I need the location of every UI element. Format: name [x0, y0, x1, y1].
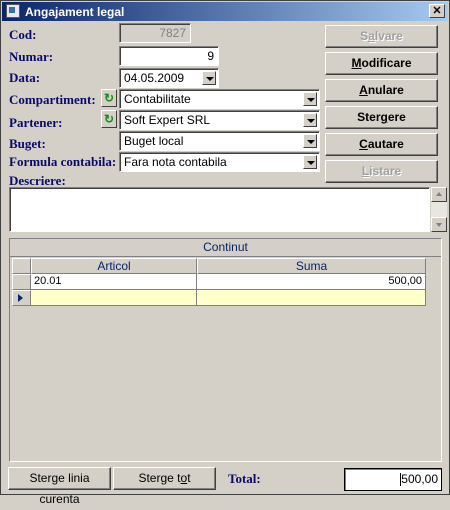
- cell-articol[interactable]: 20.01: [31, 274, 197, 290]
- grid-corner: [12, 258, 31, 274]
- column-header-suma[interactable]: Suma: [197, 258, 426, 274]
- listare-button[interactable]: Listare: [325, 160, 438, 183]
- partener-select[interactable]: Soft Expert SRL: [119, 110, 320, 130]
- cell-articol[interactable]: [31, 290, 197, 306]
- total-label: Total:: [228, 471, 261, 486]
- row-indicator[interactable]: [12, 274, 31, 290]
- data-field[interactable]: 04.05.2009: [119, 68, 219, 88]
- row-pointer-icon[interactable]: [12, 290, 31, 306]
- numar-label: Numar:: [9, 49, 54, 64]
- salvare-button[interactable]: Salvare: [325, 25, 438, 48]
- close-button[interactable]: ✕: [429, 4, 445, 18]
- anulare-button[interactable]: Anulare: [325, 79, 438, 102]
- app-icon: [6, 4, 20, 18]
- cautare-button[interactable]: Cautare: [325, 133, 438, 156]
- formula-select[interactable]: Fara nota contabila: [119, 152, 320, 172]
- chevron-down-icon[interactable]: [303, 134, 317, 148]
- formula-label: Formula contabila:: [9, 154, 117, 169]
- descriere-field[interactable]: [9, 187, 430, 232]
- chevron-down-icon[interactable]: [303, 92, 317, 106]
- scroll-down-icon[interactable]: [431, 217, 447, 232]
- cod-label: Cod:: [9, 27, 37, 42]
- chevron-down-icon[interactable]: [303, 113, 317, 127]
- window-title: Angajament legal: [25, 5, 125, 19]
- chevron-down-icon[interactable]: [303, 155, 317, 169]
- cod-field: 7827: [119, 23, 191, 43]
- descriere-scrollbar[interactable]: [431, 187, 447, 232]
- data-label: Data:: [9, 70, 41, 85]
- compartiment-label: Compartiment:: [9, 92, 96, 107]
- buget-value: Buget local: [124, 134, 184, 148]
- partener-label: Partener:: [9, 115, 63, 130]
- sterge-tot-button[interactable]: Sterge tot: [113, 467, 216, 490]
- partener-value: Soft Expert SRL: [124, 113, 211, 127]
- continut-title: Continut: [10, 239, 441, 257]
- buget-select[interactable]: Buget local: [119, 131, 320, 151]
- refresh-icon: ↻: [104, 112, 115, 126]
- stergere-button[interactable]: Stergere: [325, 106, 438, 129]
- compartiment-refresh-button[interactable]: ↻: [101, 89, 117, 107]
- data-value: 04.05.2009: [124, 71, 185, 85]
- title-bar[interactable]: Angajament legal ✕: [2, 2, 448, 21]
- total-field[interactable]: 500,00: [344, 468, 442, 491]
- scroll-up-icon[interactable]: [431, 187, 447, 202]
- compartiment-select[interactable]: Contabilitate: [119, 89, 320, 109]
- refresh-icon: ↻: [104, 91, 115, 105]
- partener-refresh-button[interactable]: ↻: [101, 110, 117, 128]
- chevron-down-icon[interactable]: [202, 71, 216, 85]
- cell-suma[interactable]: [197, 290, 426, 306]
- cell-suma[interactable]: 500,00: [197, 274, 426, 290]
- buget-label: Buget:: [9, 136, 46, 151]
- numar-field[interactable]: 9: [119, 46, 219, 66]
- sterge-linia-button[interactable]: Sterge linia curenta: [8, 467, 111, 506]
- modificare-button[interactable]: Modificare: [325, 52, 438, 75]
- continut-panel: Continut Articol Suma 20.01 500,00: [9, 238, 442, 462]
- angajament-window: Angajament legal ✕ Cod: Numar: Data: Com…: [0, 0, 450, 506]
- formula-value: Fara nota contabila: [124, 155, 227, 169]
- compartiment-value: Contabilitate: [124, 92, 191, 106]
- column-header-articol[interactable]: Articol: [31, 258, 197, 274]
